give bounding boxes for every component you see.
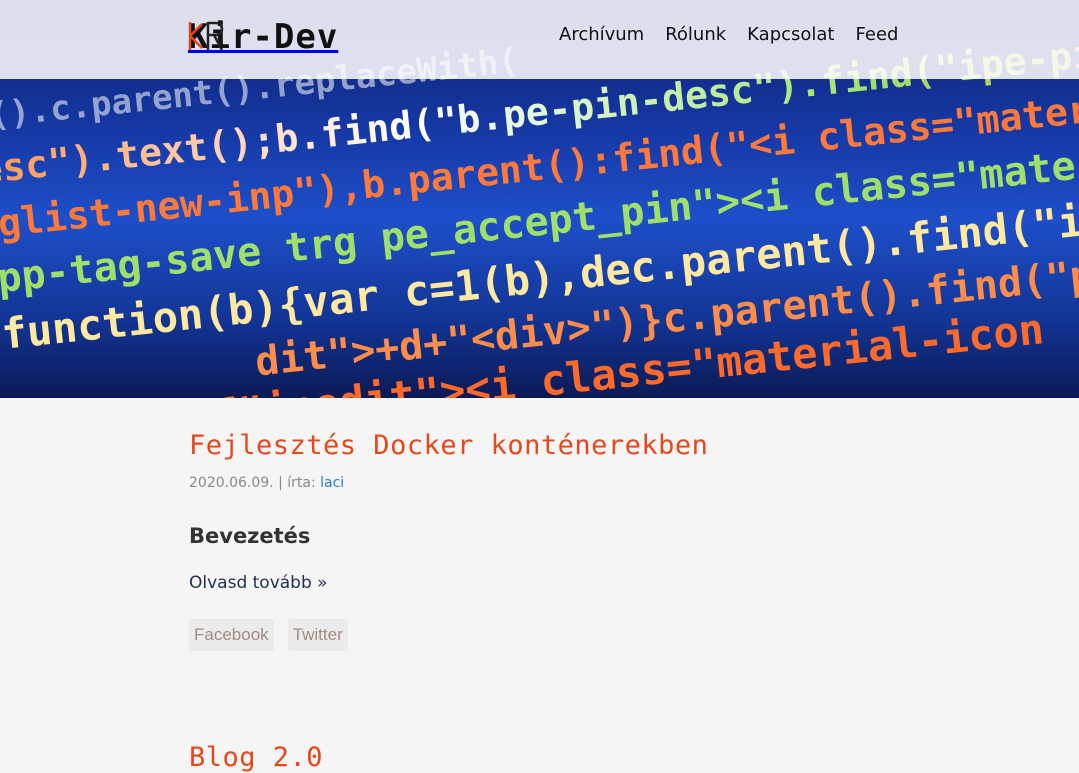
post-section-heading: Bevezetés [189, 524, 311, 548]
twitter-share-button[interactable]: Twitter [287, 619, 348, 651]
post-title[interactable]: Fejlesztés Docker konténerekben [189, 430, 708, 461]
nav-link-about[interactable]: Rólunk [665, 24, 726, 45]
post-meta: 2020.06.09. | írta: laci [189, 475, 344, 491]
post-date: 2020.06.09. [189, 475, 274, 491]
hero-banner: ve().c.parent().replaceWith( -desc").tex… [0, 0, 1079, 398]
kir-dev-logo-icon [188, 21, 224, 51]
post-title[interactable]: Blog 2.0 [189, 742, 323, 773]
nav-link-contact[interactable]: Kapcsolat [747, 24, 834, 45]
top-navigation-bar: Kir-Dev Archívum Rólunk Kapcsolat Feed [0, 0, 1079, 79]
author-prefix: írta: [287, 475, 316, 491]
read-more-link[interactable]: Olvasd tovább » [189, 573, 328, 593]
meta-separator: | [278, 475, 283, 491]
nav-link-archive[interactable]: Archívum [559, 24, 644, 45]
main-nav: Archívum Rólunk Kapcsolat Feed [559, 24, 898, 45]
nav-link-feed[interactable]: Feed [856, 24, 899, 45]
site-logo[interactable]: Kir-Dev [188, 17, 338, 57]
facebook-share-button[interactable]: Facebook [189, 619, 274, 651]
author-link[interactable]: laci [320, 475, 344, 491]
share-buttons: Facebook Twitter [189, 619, 348, 651]
